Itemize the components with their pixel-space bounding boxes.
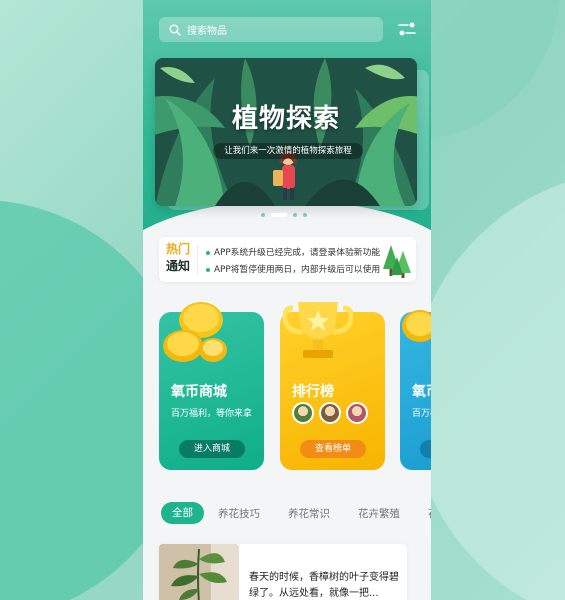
search-placeholder: 搜索物品 <box>187 26 227 37</box>
filter-icon[interactable] <box>398 20 416 38</box>
category-tabs: 全部 养花技巧 养花常识 花卉繁殖 花 <box>143 500 431 526</box>
search-icon <box>169 24 181 36</box>
phone-screen: 搜索物品 植物探索 让我们来一次激情的植物探索旅程 热门 通知 APP系统升级已… <box>143 0 431 600</box>
enter-mall-button[interactable]: 进入商城 <box>179 440 245 458</box>
coin-card-subtitle: 百万福 <box>412 409 431 419</box>
view-leaderboard-button[interactable]: 查看榜单 <box>300 440 366 458</box>
avatar <box>346 402 368 424</box>
leaderboard-title: 排行榜 <box>292 384 334 400</box>
notice-item[interactable]: APP系统升级已经完成，请登录体验新功能... <box>206 245 381 258</box>
plant-image <box>159 544 239 600</box>
tree-icon <box>383 245 411 278</box>
article-thumbnail <box>159 544 239 600</box>
banner-carousel[interactable]: 植物探索 让我们来一次激情的植物探索旅程 <box>155 58 417 206</box>
bg-circle-right <box>410 170 565 600</box>
notice-divider <box>197 245 198 275</box>
leaderboard-avatars <box>292 402 368 424</box>
coin-card-button[interactable]: 进 <box>420 440 431 458</box>
carousel-dot-active[interactable] <box>271 213 287 217</box>
article-card[interactable]: 春天的时候，香樟树的叶子变得碧绿了。从远处看，就像一把... <box>159 544 407 600</box>
tab-all[interactable]: 全部 <box>161 502 204 524</box>
trophy-icon <box>283 302 353 358</box>
avatar <box>319 402 341 424</box>
search-input[interactable]: 搜索物品 <box>159 17 383 42</box>
notice-tag: 热门 通知 <box>166 241 194 275</box>
coin-mall-title: 氧币商城 <box>171 384 227 400</box>
tab-more[interactable]: 花 <box>428 506 431 521</box>
banner-title: 植物探索 <box>231 104 340 134</box>
carousel-dot[interactable] <box>293 213 297 217</box>
coins-icon <box>163 302 227 362</box>
carousel-dot[interactable] <box>261 213 265 217</box>
carousel-dot[interactable] <box>303 213 307 217</box>
notice-tag-hot: 热门 <box>166 242 191 256</box>
notice-tag-notify: 通知 <box>166 259 191 273</box>
coin-icon <box>402 310 431 342</box>
carousel-dots <box>261 213 307 217</box>
notice-item[interactable]: APP将暂停使用两日，内部升级后可以使用... <box>206 262 381 275</box>
article-excerpt: 春天的时候，香樟树的叶子变得碧绿了。从远处看，就像一把... <box>249 572 399 599</box>
coin-card-title: 氧币 <box>412 384 431 400</box>
tab-flower-tips[interactable]: 养花技巧 <box>218 506 260 521</box>
avatar <box>292 402 314 424</box>
coin-mall-subtitle: 百万福利，等你来拿 <box>171 409 253 419</box>
tab-flower-knowledge[interactable]: 养花常识 <box>288 506 330 521</box>
notice-panel[interactable]: 热门 通知 APP系统升级已经完成，请登录体验新功能... APP将暂停使用两日… <box>159 237 416 282</box>
banner-subtitle: 让我们来一次激情的植物探索旅程 <box>213 143 363 159</box>
tab-flower-propagation[interactable]: 花卉繁殖 <box>358 506 400 521</box>
